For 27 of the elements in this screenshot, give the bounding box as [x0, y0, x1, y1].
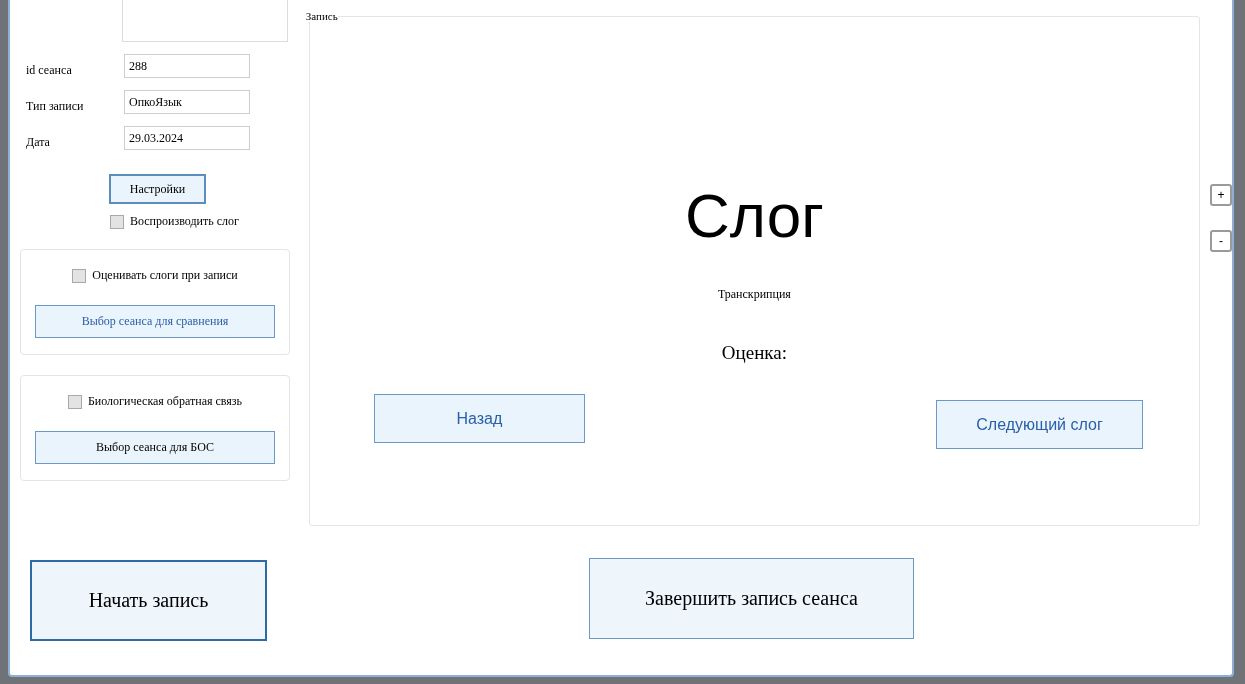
input-field[interactable]: 288 [124, 54, 250, 78]
input-field[interactable]: 29.03.2024 [124, 126, 250, 150]
select-session-button[interactable]: Выбор сеанса для сравнения [35, 305, 275, 338]
text-area[interactable] [122, 0, 288, 42]
back-button[interactable]: Назад [373, 394, 585, 443]
group-title: Запись [305, 10, 338, 22]
finish-session-button[interactable]: Завершить запись сеанса [589, 558, 914, 639]
field-label: Дата [25, 133, 51, 150]
zoom-button[interactable]: + [1210, 184, 1232, 206]
zoom-button[interactable]: - [1210, 230, 1232, 252]
next-syllable-button[interactable]: Следующий слог [936, 400, 1143, 449]
checkbox-label: Биологическая обратная связь [87, 394, 243, 409]
syllable-text: Слог [685, 180, 824, 251]
field-label: Тип записи [25, 97, 85, 114]
checkbox-box[interactable] [67, 394, 82, 409]
start-recording-button[interactable]: Начать запись [30, 560, 267, 641]
select-session-button[interactable]: Выбор сеанса для БОС [35, 431, 275, 464]
settings-button[interactable]: Настройки [109, 174, 206, 204]
checkbox-label: Оценивать слоги при записи [92, 268, 238, 283]
checkbox-box[interactable] [72, 268, 87, 283]
checkbox[interactable]: Воспроизводить слог [50, 214, 299, 229]
checkbox-box[interactable] [109, 214, 124, 229]
input-field[interactable]: ОпкоЯзык [124, 90, 250, 114]
field-label: id сеанса [25, 61, 73, 78]
transcription-text: Транскрипция [717, 287, 791, 302]
checkbox-label: Воспроизводить слог [129, 214, 239, 229]
score-label: Оценка: [721, 342, 787, 364]
